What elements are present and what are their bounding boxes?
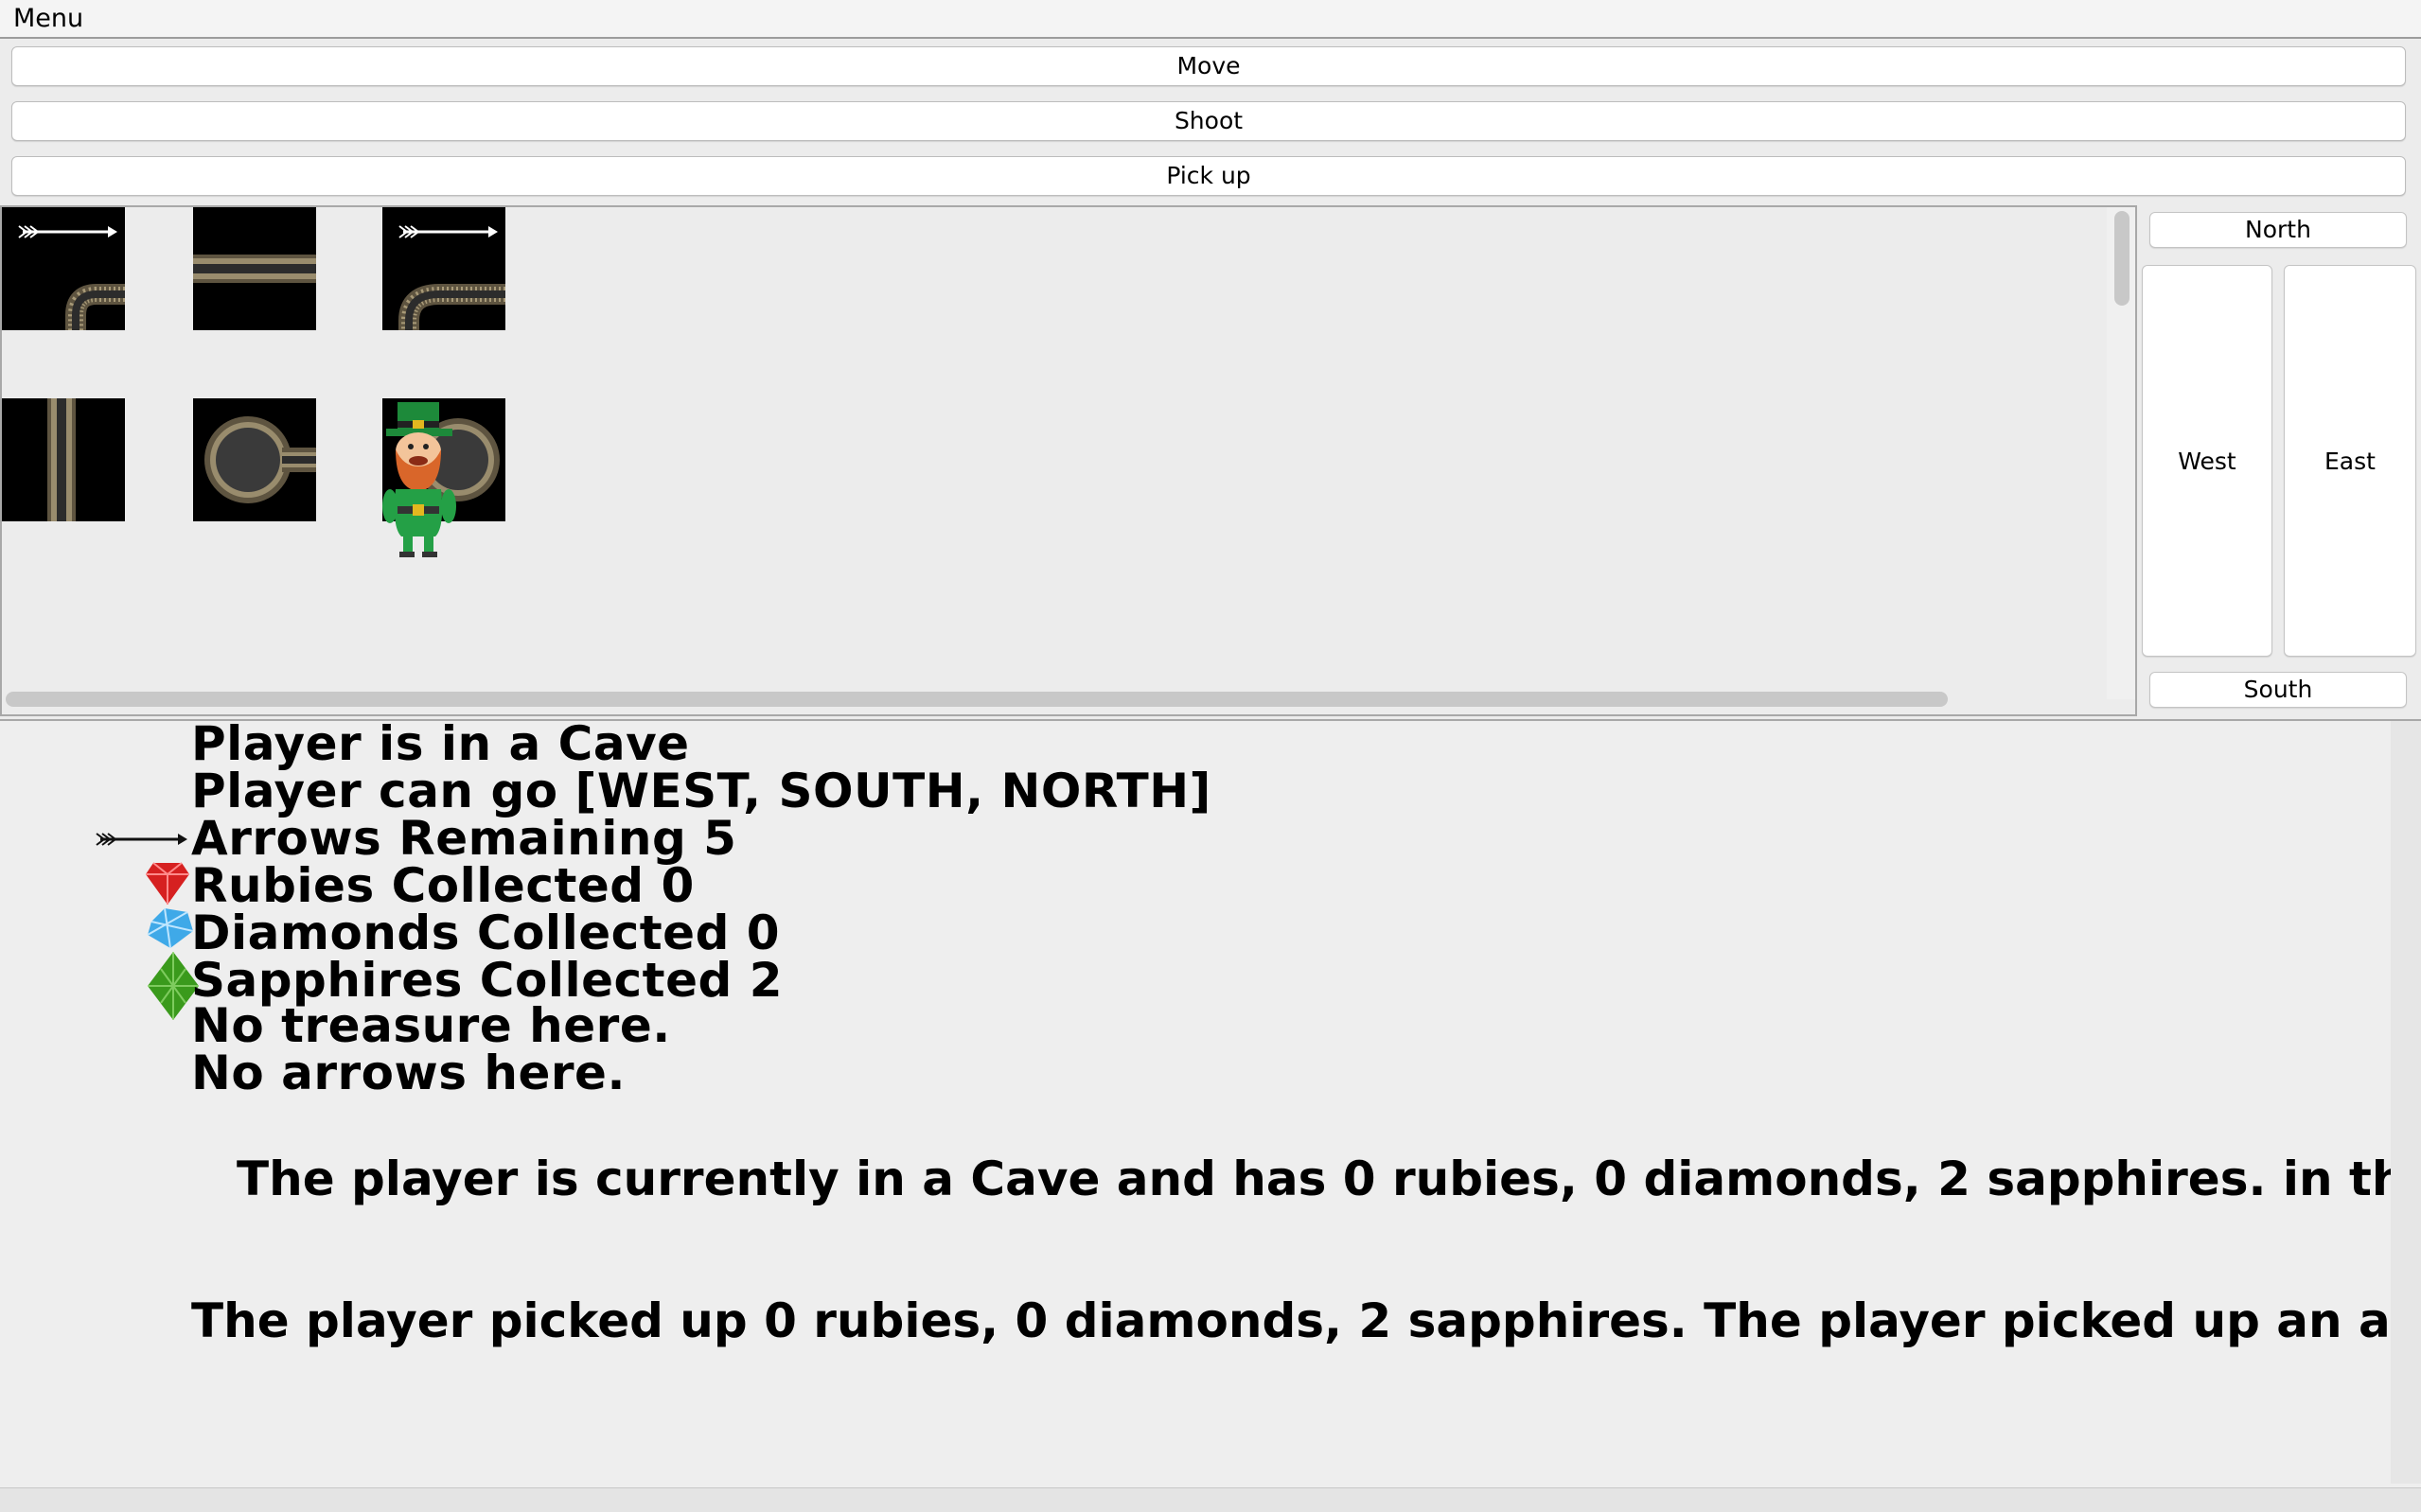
dungeon-map[interactable] (0, 205, 2137, 716)
arrow-icon (18, 225, 117, 238)
move-button[interactable]: Move (11, 46, 2406, 86)
west-button[interactable]: West (2142, 265, 2272, 657)
menu-bar: Menu (0, 0, 2421, 39)
arrows-here-status: No arrows here. (191, 1046, 626, 1100)
arrows-status: Arrows Remaining 5 (191, 811, 737, 866)
vertical-scrollbar-thumb[interactable] (2114, 211, 2129, 306)
ruby-icon (146, 862, 189, 905)
player-summary-message: The player is currently in a Cave and ha… (237, 1152, 2391, 1205)
pickup-message: The player picked up 0 rubies, 0 diamond… (191, 1294, 2391, 1347)
shoot-button[interactable]: Shoot (11, 101, 2406, 141)
bottom-scrollbar[interactable] (0, 1487, 2421, 1512)
menu-item[interactable]: Menu (13, 4, 83, 34)
horizontal-scrollbar-thumb[interactable] (6, 692, 1948, 707)
location-status: Player is in a Cave (191, 716, 690, 771)
map-tile (382, 207, 505, 330)
south-button[interactable]: South (2149, 672, 2407, 708)
arrow-icon (398, 225, 498, 238)
scrollbar-gutter (2391, 721, 2421, 1484)
east-button[interactable]: East (2284, 265, 2416, 657)
leprechaun-player-icon (382, 402, 456, 557)
diamonds-status: Diamonds Collected 0 (191, 905, 781, 960)
map-tile-player (382, 398, 505, 557)
arrow-icon (96, 833, 187, 846)
moves-status: Player can go [WEST, SOUTH, NORTH] (191, 764, 1211, 818)
treasure-here-status: No treasure here. (191, 998, 671, 1053)
map-tile (193, 398, 316, 521)
map-tile (2, 398, 125, 521)
map-tile (193, 207, 316, 330)
rubies-status: Rubies Collected 0 (191, 858, 695, 913)
diamond-icon (147, 907, 193, 949)
pickup-button[interactable]: Pick up (11, 156, 2406, 196)
north-button[interactable]: North (2149, 212, 2407, 248)
map-tile (2, 207, 125, 330)
